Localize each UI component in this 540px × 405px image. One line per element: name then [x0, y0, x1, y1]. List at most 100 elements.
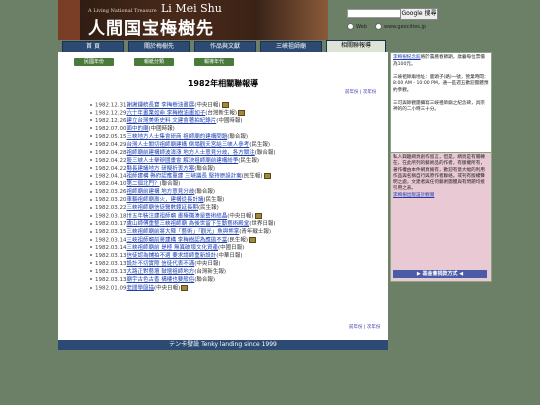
article-source: (青年戰士報) [239, 229, 272, 235]
radio-web[interactable]: Web [347, 23, 367, 30]
article-link[interactable]: 卅五年裝注建祖師廟 畫檯攤湊是藝術結晶 [127, 214, 228, 220]
article-item: 1982.04.22股三峽人士舉辦國畫會 解決祖師廟前建構紛爭(民生報) [90, 158, 276, 166]
bullet-icon [90, 143, 92, 146]
year-nav-bottom[interactable]: 前年份 | 次年份 [349, 324, 380, 330]
subnav-era[interactable]: 報導年代 [194, 58, 234, 66]
publication-link[interactable]: 李梅樹出版設計觀賞 [393, 193, 434, 198]
bullet-icon [90, 246, 92, 249]
article-date: 1982.03.13 [95, 276, 127, 283]
bullet-icon [90, 278, 92, 281]
article-link[interactable]: 廟宇古色古香 構樓也要般俗 [127, 277, 195, 283]
article-item: 1982.07.00面中的廟(中國時報) [90, 126, 276, 134]
article-source: (中國日報) [218, 244, 245, 251]
article-link[interactable]: 盧山師傅重整三峽祖師廟 為後世留下生動藝術殿堂 [127, 221, 250, 227]
article-link[interactable]: 祖師廟前建構 地方意見分歧 [127, 189, 195, 195]
article-date: 1982.12.31 [95, 102, 127, 109]
article-item: 1982.03.13信徒認為鋪拍不適 要求請師重新設計(中華日報) [90, 253, 276, 261]
article-link[interactable]: 縣長建議地方 研擬折衷方案 [127, 166, 195, 172]
article-source: (民生報) [241, 173, 263, 180]
page-title: 1982年相關聯報導 [187, 79, 259, 88]
bullet-icon [90, 262, 92, 265]
photo-icon [221, 102, 229, 108]
article-item: 1982.05.15三峽地方人士集會研商 祖師廟的建構問題(聯合報) [90, 134, 276, 142]
notice-text-2: 三峽祖師廟地址：鹿頭子(路)一號，營業時間：8:00 AM - 10:00 PM… [393, 74, 489, 93]
article-link[interactable]: 三峽地方人士集會研商 祖師廟的建構問題 [127, 134, 228, 140]
article-source: (聯合報) [227, 133, 249, 140]
article-item: 1982.03.17盧山師傅重整三峽祖師廟 為後世留下生動藝術殿堂(世界日報) [90, 221, 276, 229]
article-date: 1982.03.17 [95, 221, 127, 228]
article-link[interactable]: 謝謝鍾統長寶 李梅樹油畫展 [127, 103, 195, 109]
bullet-icon [90, 238, 92, 241]
article-item: 1982.03.18卅五年裝注建祖師廟 畫檯攤湊是藝術結晶(中央日報) [90, 213, 276, 221]
article-source: (世界日報) [249, 221, 276, 228]
article-date: 1982.03.22 [95, 205, 127, 212]
bullet-icon [90, 104, 92, 106]
museum-link[interactable]: 李梅樹紀念館 [393, 55, 421, 60]
article-link[interactable]: 股三峽人士舉辦國畫會 解決祖師廟前建構紛爭 [127, 158, 239, 164]
article-link[interactable]: 第二個北門？ [127, 181, 160, 187]
article-link[interactable]: 面中的廟 [127, 126, 149, 132]
article-item: 1982.12.31謝謝鍾統長寶 李梅樹油畫展(中央日報) [90, 102, 276, 110]
photo-icon [254, 213, 262, 220]
bullet-icon [90, 286, 92, 289]
article-date: 1982.03.26 [95, 189, 127, 196]
article-source: (聯合報) [159, 181, 181, 188]
donation-button[interactable]: ▶ 基金會捐款方式 ◀ [393, 270, 487, 278]
article-date: 1982.01.09 [95, 285, 127, 292]
article-link[interactable]: 祖師建構 縣府認應重建 三峽議長 堅持原設計案 [127, 174, 242, 180]
article-source: (中國時報) [148, 125, 175, 132]
bullet-icon [90, 206, 92, 209]
footer-text: Tenky landing since 1999 [201, 341, 277, 348]
bullet-icon [90, 111, 92, 114]
bullet-icon [90, 167, 92, 169]
article-source: (聯合報) [254, 149, 276, 156]
article-link[interactable]: 台灣人士關切祖師廟建構 倒塌觀天宮給三峽人參考 [127, 142, 250, 148]
subnav-paper[interactable]: 報紙分類 [134, 58, 174, 66]
article-link[interactable]: 老間學殷描 [127, 285, 155, 291]
article-date: 1982.04.29 [95, 141, 127, 148]
article-item: 1982.12.26建立台灣美術史料 文建會著拍紀錄片(中國時報) [90, 118, 276, 126]
article-link[interactable]: 建立台灣美術史料 文建會著拍紀錄片 [127, 118, 217, 124]
year-nav-top[interactable]: 前年份 | 次年份 [345, 89, 376, 95]
sidebar-copyright: 私人興趣網頁創作留言，但是，網頁是有關轉在，在此所列的藝術品的作者，有版權所有，… [390, 152, 492, 282]
article-link[interactable]: 三峽祖師廟前 是極 無異破壞文化資產 [127, 245, 219, 251]
article-date: 1982.03.15 [95, 229, 127, 235]
google-search-button[interactable]: Google 搜尋 [400, 8, 438, 20]
article-item: 1982.04.28祖師廟前建構師波濤漲 地方人士意見分歧，各方關注(聯合報) [90, 150, 276, 158]
article-source: (聯合報) [194, 276, 216, 283]
article-link[interactable]: 信徒認為鋪拍不適 要求請師重新設計 [127, 253, 217, 259]
article-item: 1982.03.13廟宇古色古香 構樓也要般俗(聯合報) [90, 277, 276, 285]
banner-art-left [58, 0, 80, 40]
article-link[interactable]: 大路正對藝壇 鼓壇祖師地方 [127, 269, 195, 275]
article-item: 1982.12.29六十年畫業如命 李梅樹油畫如子(台灣新生報) [90, 109, 276, 118]
article-item: 1982.03.13設計不切實際 信徒代表不滿(中央日報) [90, 261, 276, 269]
article-source: (中國時報) [216, 117, 243, 124]
article-list: 1982.12.31謝謝鍾統長寶 李梅樹油畫展(中央日報) 1982.12.29六… [90, 102, 276, 293]
article-source: (民生報) [238, 157, 260, 164]
article-link[interactable]: 設計不切實際 信徒代表不滿 [127, 261, 195, 267]
article-link[interactable]: 車輛祖師廟壽火，建構從長計議 [127, 197, 204, 203]
bullet-icon [90, 175, 92, 178]
article-item: 1982.04.22縣長建議地方 研擬折衷方案(聯合報) [90, 166, 276, 174]
article-date: 1982.04.10 [95, 181, 127, 188]
footer-logo: テン卡發設 [169, 341, 200, 348]
bullet-icon [90, 127, 92, 130]
site-banner[interactable]: A Living National Treasure Li Mei Shu 人間… [58, 0, 328, 40]
article-source: (中央日報) [194, 260, 221, 267]
radio-icon[interactable] [347, 23, 354, 30]
bullet-icon [90, 151, 92, 154]
article-link[interactable]: 三峽祖師廟前將大陣「藝術」「觀光」魚與熊掌 [127, 229, 240, 235]
article-link[interactable]: 六十年畫業如命 李梅樹油畫如子 [127, 110, 206, 116]
article-link[interactable]: 祖師廟前建構師波濤漲 地方人士意見分歧，各方關注 [127, 150, 255, 156]
article-source: (民生報) [249, 141, 271, 148]
bullet-icon [90, 254, 92, 257]
article-item: 1982.03.14三峽祖師廟前 是極 無異破壞文化資產(中國日報) [90, 245, 276, 253]
radio-icon[interactable] [375, 23, 382, 30]
article-date: 1982.04.28 [95, 149, 127, 156]
radio-site[interactable]: www.geocities.jp [375, 23, 426, 30]
subnav-year[interactable]: 民國年份 [74, 58, 114, 66]
bullet-icon [90, 159, 92, 162]
article-link[interactable]: 三峽祖師廟前將建構 李梅樹認為應拋不當 [127, 237, 228, 243]
main-nav: 首 頁 關於梅樹先 作品與文獻 三峽祖師廟 相關聯報導 [58, 40, 388, 53]
article-link[interactable]: 三峽祖師廟信徒醫數鐘延長期 [127, 205, 199, 211]
